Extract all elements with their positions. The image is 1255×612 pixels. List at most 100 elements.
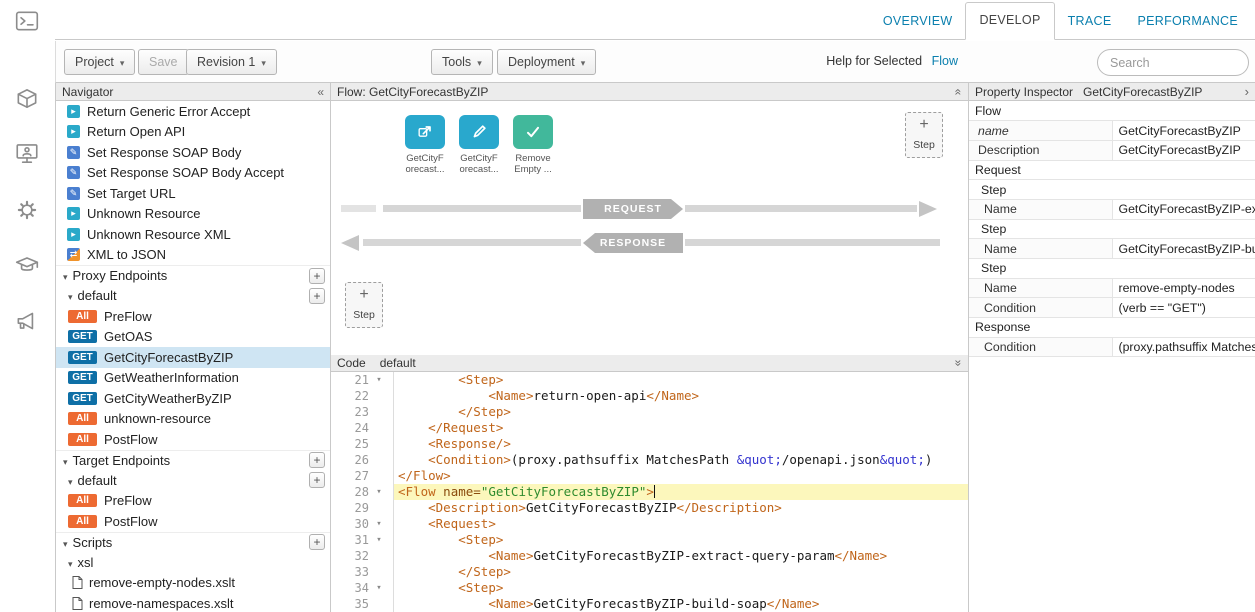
navigator-flow-item[interactable]: AllPreFlow (56, 306, 330, 327)
section-xsl[interactable]: xsl (56, 552, 330, 573)
add-target-endpoint-button[interactable] (309, 452, 325, 468)
add-proxy-flow-button[interactable] (309, 288, 325, 304)
navigator-flow-item[interactable]: AllPostFlow (56, 511, 330, 532)
revision-dropdown-button[interactable]: Revision 1 (186, 49, 277, 75)
collapse-flow-panel-icon[interactable] (952, 88, 966, 95)
add-proxy-endpoint-button[interactable] (309, 268, 325, 284)
tools-dropdown-button[interactable]: Tools (431, 49, 493, 75)
tab-performance[interactable]: PERFORMANCE (1124, 4, 1251, 40)
section-scripts[interactable]: Scripts (56, 532, 330, 553)
navigator-policy-item[interactable]: ▸Unknown Resource (56, 204, 330, 225)
code-line[interactable]: <Response/> (393, 436, 968, 452)
code-tab-default[interactable]: default (380, 356, 416, 370)
add-target-flow-button[interactable] (309, 472, 325, 488)
inspector-value[interactable]: GetCityForecastByZIP-build-soap (1112, 239, 1255, 259)
navigator-flow-item[interactable]: Allunknown-resource (56, 409, 330, 430)
code-line[interactable]: <Flow name="GetCityForecastByZIP"> (393, 484, 968, 500)
flow-step-3[interactable]: RemoveEmpty ... (513, 115, 553, 175)
code-line[interactable]: </Step> (393, 404, 968, 420)
search-input[interactable] (1097, 49, 1249, 76)
tab-develop[interactable]: DEVELOP (965, 2, 1054, 40)
disclosure-triangle-icon (63, 268, 73, 283)
code-line[interactable]: <Name>GetCityForecastByZIP-extract-query… (393, 548, 968, 564)
tab-overview[interactable]: OVERVIEW (870, 4, 966, 40)
flow-step-label: GetCityForecast... (405, 153, 445, 175)
code-line[interactable]: <Step> (393, 532, 968, 548)
navigator-flow-item[interactable]: AllPostFlow (56, 429, 330, 450)
graduation-cap-icon[interactable] (14, 252, 40, 278)
save-button[interactable]: Save (138, 49, 189, 75)
inspector-value[interactable]: remove-empty-nodes (1112, 278, 1255, 298)
collapse-navigator-icon[interactable] (317, 85, 324, 99)
code-line[interactable]: </Request> (393, 420, 968, 436)
flow-step-2[interactable]: GetCityForecast... (459, 115, 499, 175)
flow-label: PreFlow (104, 309, 152, 324)
add-step-button-request[interactable]: Step (905, 112, 943, 158)
project-dropdown-button[interactable]: Project (64, 49, 135, 75)
collapse-inspector-icon[interactable] (1245, 84, 1249, 99)
navigator-flow-item[interactable]: GETGetCityForecastByZIP (56, 347, 330, 368)
navigator-tree: ▸Return Generic Error Accept▸Return Open… (56, 101, 330, 612)
code-line[interactable]: <Step> (393, 580, 968, 596)
navigator-policy-item[interactable]: ▸Unknown Resource XML (56, 224, 330, 245)
fold-icon[interactable]: ▾ (369, 516, 389, 532)
code-line[interactable]: </Step> (393, 564, 968, 580)
navigator-flow-item[interactable]: GETGetCityWeatherByZIP (56, 388, 330, 409)
navigator-policy-item[interactable]: ▸Return Open API (56, 122, 330, 143)
code-line[interactable]: </Flow> (393, 468, 968, 484)
inspector-value[interactable]: GetCityForecastByZIP (1112, 121, 1255, 141)
response-lane-badge: RESPONSE (583, 233, 683, 253)
tab-trace[interactable]: TRACE (1055, 4, 1125, 40)
code-line[interactable]: <Description>GetCityForecastByZIP</Descr… (393, 500, 968, 516)
inspector-value[interactable]: (verb == "GET") (1112, 298, 1255, 318)
inspector-value[interactable]: (proxy.pathsuffix MatchesPath "/c (1112, 337, 1255, 357)
section-proxy-endpoints[interactable]: Proxy Endpoints (56, 265, 330, 286)
inspector-value[interactable]: GetCityForecastByZIP-extract-qu (1112, 199, 1255, 219)
inspector-section-row: Step (969, 180, 1255, 200)
flow-label: GetCityWeatherByZIP (104, 391, 232, 406)
line-gutter: 26 (331, 452, 393, 468)
code-editor[interactable]: 21▾ <Step>22 <Name>return-open-api</Name… (331, 372, 968, 612)
section-target-endpoints[interactable]: Target Endpoints (56, 450, 330, 471)
inspector-value[interactable]: GetCityForecastByZIP (1112, 140, 1255, 160)
section-proxy-default[interactable]: default (56, 286, 330, 307)
add-step-button-response[interactable]: Step (345, 282, 383, 328)
navigator-policy-item[interactable]: ▸Return Generic Error Accept (56, 101, 330, 122)
inspector-prop-row: NameGetCityForecastByZIP-build-soap (969, 239, 1255, 259)
navigator-policy-item[interactable]: ✎Set Response SOAP Body Accept (56, 163, 330, 184)
fold-icon[interactable]: ▾ (369, 532, 389, 548)
code-line-row: 31▾ <Step> (331, 532, 968, 548)
navigator-policy-item[interactable]: ✎Set Response SOAP Body (56, 142, 330, 163)
fold-icon[interactable]: ▾ (369, 484, 389, 500)
help-flow-link[interactable]: Flow (932, 54, 958, 68)
workstation-icon[interactable] (14, 140, 40, 166)
navigator-policy-item[interactable]: ⇄XML to JSON (56, 245, 330, 266)
code-line[interactable]: <Condition>(proxy.pathsuffix MatchesPath… (393, 452, 968, 468)
add-script-button[interactable] (309, 534, 325, 550)
navigator-policy-item[interactable]: ✎Set Target URL (56, 183, 330, 204)
collapse-code-panel-icon[interactable] (952, 360, 966, 367)
code-line[interactable]: <Request> (393, 516, 968, 532)
navigator-file-item[interactable]: remove-namespaces.xslt (56, 593, 330, 612)
terminal-icon[interactable] (14, 8, 40, 34)
package-icon[interactable] (14, 85, 40, 111)
megaphone-icon[interactable] (14, 308, 40, 334)
code-line[interactable]: <Step> (393, 372, 968, 388)
section-target-default[interactable]: default (56, 470, 330, 491)
code-line[interactable]: <Name>GetCityForecastByZIP-build-soap</N… (393, 596, 968, 612)
navigator-file-item[interactable]: remove-empty-nodes.xslt (56, 573, 330, 594)
flow-step-1[interactable]: GetCityForecast... (405, 115, 445, 175)
gutter-divider (393, 372, 394, 612)
flow-step-label: RemoveEmpty ... (513, 153, 553, 175)
navigator-flow-item[interactable]: GETGetWeatherInformation (56, 368, 330, 389)
fold-icon[interactable]: ▾ (369, 580, 389, 596)
policy-label: Unknown Resource XML (87, 227, 231, 242)
gear-icon[interactable] (14, 197, 40, 223)
navigator-flow-item[interactable]: GETGetOAS (56, 327, 330, 348)
disclosure-triangle-icon (63, 535, 73, 550)
code-panel-title: Code (337, 356, 366, 370)
fold-icon[interactable]: ▾ (369, 372, 389, 388)
deployment-dropdown-button[interactable]: Deployment (497, 49, 596, 75)
code-line[interactable]: <Name>return-open-api</Name> (393, 388, 968, 404)
navigator-flow-item[interactable]: AllPreFlow (56, 491, 330, 512)
